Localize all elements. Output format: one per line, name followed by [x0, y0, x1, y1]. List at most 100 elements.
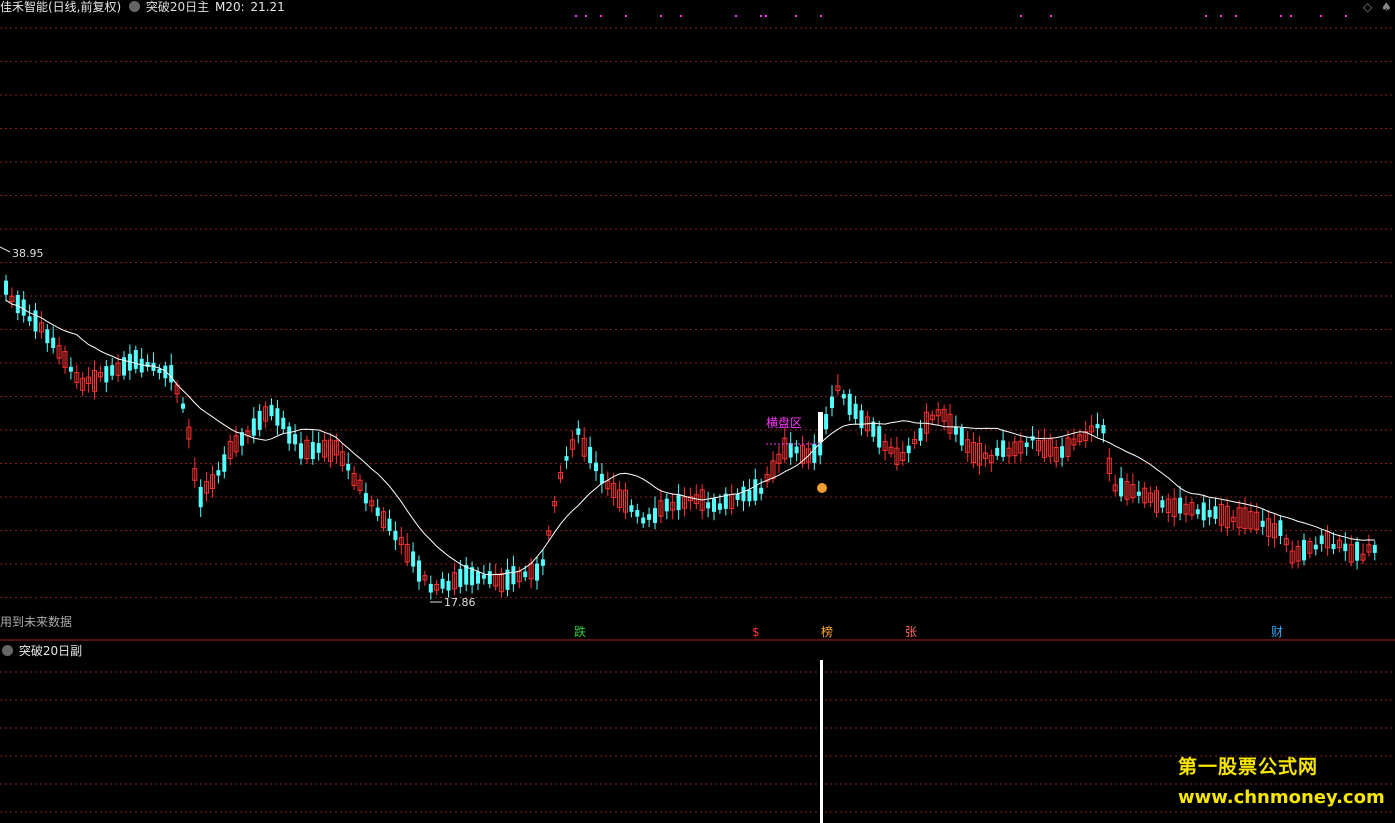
signal-dot	[820, 15, 822, 17]
candle-down	[33, 310, 38, 332]
candle-down	[299, 443, 303, 459]
candle-down	[918, 428, 923, 441]
candle-down	[576, 428, 581, 435]
candle-down	[1278, 520, 1283, 536]
candle-down	[1024, 442, 1029, 448]
candle-down	[1101, 424, 1106, 434]
candle-down	[1372, 544, 1377, 553]
breakout-bar	[818, 412, 823, 442]
sub-panel-header: 突破20日副	[0, 642, 82, 659]
candle-down	[4, 280, 8, 295]
ma-label: M20:	[214, 0, 245, 14]
candle-down	[594, 462, 598, 472]
candle-down	[393, 530, 398, 541]
candle-down	[375, 507, 380, 516]
candle-down	[717, 503, 722, 510]
candle-down	[664, 498, 669, 512]
signal-dot	[795, 15, 797, 17]
candle-down	[476, 571, 480, 584]
signal-dot	[1050, 15, 1052, 17]
signal-dot	[600, 15, 602, 17]
candle-down	[110, 365, 115, 376]
watermark-title: 第一股票公式网	[1178, 756, 1319, 778]
candle-down	[1060, 446, 1065, 458]
signal-rank: 榜	[821, 625, 834, 639]
high-price-label: 38.95	[12, 247, 44, 260]
signal-rise: 张	[905, 625, 918, 639]
candle-down	[653, 508, 657, 523]
candle-down	[523, 571, 528, 578]
candle-down	[27, 316, 32, 322]
signal-dot	[575, 15, 577, 17]
candle-down	[1213, 506, 1218, 519]
signal-dot	[1280, 15, 1282, 17]
candle-down	[1160, 500, 1165, 508]
diamond-icon[interactable]: ◇	[1363, 0, 1372, 14]
candle-down	[428, 583, 433, 593]
candle-down	[535, 563, 539, 581]
candle-down	[133, 349, 138, 369]
sub-panel-title[interactable]: 突破20日副	[19, 644, 82, 658]
candle-down	[446, 580, 451, 591]
signal-dot	[625, 15, 627, 17]
candle-down	[741, 486, 746, 502]
candle-down	[564, 456, 569, 461]
candle-down	[847, 393, 852, 415]
candle-down	[859, 410, 864, 429]
signal-dot	[585, 15, 587, 17]
candle-down	[841, 394, 846, 399]
candle-down	[759, 487, 764, 494]
candle-down	[269, 404, 274, 417]
stock-name[interactable]: 佳禾智能(日线,前复权)	[0, 0, 121, 14]
signal-dot	[765, 15, 767, 17]
candle-down	[198, 486, 203, 508]
signal-dot	[1020, 15, 1022, 17]
candle-down	[1195, 509, 1200, 515]
signal-fall: 跌	[574, 625, 587, 639]
price-chart[interactable]	[0, 0, 1395, 823]
candle-down	[1319, 535, 1324, 544]
candle-down	[812, 443, 817, 463]
candle-down	[706, 502, 711, 509]
candle-down	[540, 559, 545, 566]
spade-icon[interactable]: ♠	[1381, 0, 1392, 14]
hand-cursor-icon	[817, 483, 827, 493]
candle-down	[1331, 544, 1336, 550]
candle-down	[21, 299, 26, 316]
ma-value: 21.21	[250, 0, 285, 14]
candle-down	[959, 427, 964, 446]
candle-down	[287, 426, 292, 444]
candle-down	[788, 443, 793, 458]
candle-down	[511, 566, 516, 585]
candle-down	[1178, 497, 1183, 514]
candle-down	[1201, 502, 1206, 521]
signal-dot	[735, 15, 737, 17]
candle-down	[411, 551, 416, 567]
candle-down	[440, 578, 445, 589]
candle-down	[735, 493, 740, 500]
high-marker	[0, 246, 11, 253]
candle-down	[824, 414, 829, 430]
signal-dot	[660, 15, 662, 17]
candle-down	[830, 396, 834, 409]
candle-down	[417, 560, 421, 582]
candle-down	[487, 571, 492, 585]
candle-down	[222, 454, 227, 472]
candle-down	[169, 365, 174, 383]
signal-dot	[1235, 15, 1237, 17]
candle-down	[310, 442, 315, 460]
candle-down	[1302, 539, 1306, 561]
signal-dot	[680, 15, 682, 17]
candle-down	[712, 498, 716, 512]
sub-indicator-toggle-icon[interactable]	[2, 645, 13, 656]
watermark-url: www.chnmoney.com	[1178, 787, 1385, 808]
indicator-name[interactable]: 突破20日主	[146, 0, 209, 14]
candle-down	[1136, 491, 1141, 496]
signal-dot	[1205, 15, 1207, 17]
candle-down	[1313, 544, 1318, 550]
candle-down	[316, 443, 321, 453]
candle-down	[1343, 543, 1348, 552]
indicator-toggle-icon[interactable]	[129, 1, 141, 12]
candle-down	[641, 517, 646, 524]
candle-down	[181, 403, 185, 409]
